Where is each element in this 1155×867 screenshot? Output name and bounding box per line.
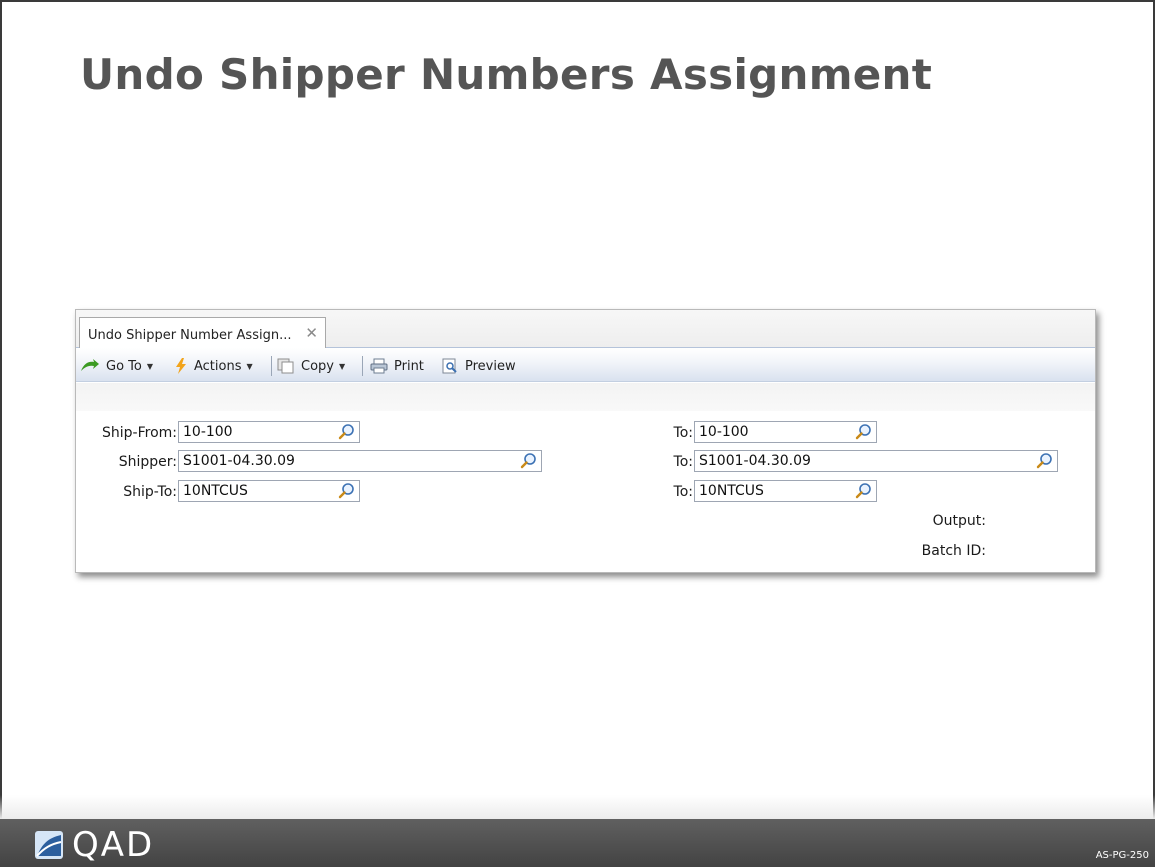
close-icon[interactable]: ✕ (305, 324, 318, 342)
ship-to-to-value: 10NTCUS (699, 483, 764, 499)
shipper-value: S1001-04.30.09 (183, 453, 295, 469)
copy-button[interactable]: Copy ▼ (277, 357, 345, 375)
magnifier-icon[interactable] (854, 482, 874, 500)
lightning-icon (176, 358, 186, 374)
actions-button[interactable]: Actions ▼ (174, 357, 253, 375)
print-label: Print (394, 358, 424, 374)
ship-from-value: 10-100 (183, 424, 233, 440)
preview-label: Preview (465, 358, 516, 374)
output-label: Output: (932, 513, 986, 529)
shipper-field[interactable]: S1001-04.30.09 (178, 450, 542, 472)
magnifier-icon[interactable] (854, 423, 874, 441)
magnifier-icon[interactable] (519, 452, 539, 470)
slide-title: Undo Shipper Numbers Assignment (80, 50, 933, 99)
preview-button[interactable]: Preview (441, 357, 516, 375)
ship-to-to-field[interactable]: 10NTCUS (694, 480, 877, 502)
shipper-to-field[interactable]: S1001-04.30.09 (694, 450, 1058, 472)
ship-to-to-label: To: (673, 484, 693, 500)
toolbar: Go To ▼ Actions ▼ Copy ▼ Print Preview (76, 348, 1095, 382)
tab-undo-shipper[interactable]: Undo Shipper Number Assign... ✕ (79, 317, 326, 349)
batch-id-label: Batch ID: (921, 543, 986, 559)
ship-from-label: Ship-From: (102, 425, 177, 441)
ship-to-label: Ship-To: (123, 484, 177, 500)
qad-globe-icon (35, 831, 63, 859)
magnifier-icon[interactable] (337, 423, 357, 441)
tab-strip: Undo Shipper Number Assign... ✕ (76, 310, 1095, 349)
magnifier-icon[interactable] (337, 482, 357, 500)
printer-icon (370, 358, 388, 374)
footer-fade (0, 795, 1155, 819)
qad-logo-text: QAD (72, 825, 155, 865)
magnifier-icon[interactable] (1035, 452, 1055, 470)
ship-to-value: 10NTCUS (183, 483, 248, 499)
ship-from-to-label: To: (673, 425, 693, 441)
shipper-to-label: To: (673, 454, 693, 470)
copy-label: Copy (301, 358, 334, 374)
preview-icon (442, 358, 457, 374)
chevron-down-icon: ▼ (146, 361, 154, 371)
green-arrow-icon (81, 359, 99, 371)
actions-label: Actions (194, 358, 242, 374)
toolbar-divider (271, 356, 272, 376)
goto-label: Go To (106, 358, 142, 374)
ship-from-to-value: 10-100 (699, 424, 749, 440)
shipper-to-value: S1001-04.30.09 (699, 453, 811, 469)
qad-logo: QAD (34, 828, 154, 862)
print-button[interactable]: Print (370, 357, 424, 375)
chevron-down-icon: ▼ (246, 361, 253, 371)
goto-button[interactable]: Go To ▼ (80, 357, 153, 375)
slide-code: AS-PG-250 (1095, 850, 1149, 861)
form-header-strip (76, 383, 1095, 411)
copy-icon (277, 358, 294, 374)
ship-to-field[interactable]: 10NTCUS (178, 480, 360, 502)
footer-band (0, 819, 1155, 867)
app-window: Undo Shipper Number Assign... ✕ Go To ▼ … (75, 309, 1096, 573)
chevron-down-icon: ▼ (338, 361, 346, 371)
ship-from-field[interactable]: 10-100 (178, 421, 360, 443)
tab-label: Undo Shipper Number Assign... (88, 328, 292, 343)
ship-from-to-field[interactable]: 10-100 (694, 421, 877, 443)
toolbar-divider (362, 356, 363, 376)
shipper-label: Shipper: (118, 454, 177, 470)
